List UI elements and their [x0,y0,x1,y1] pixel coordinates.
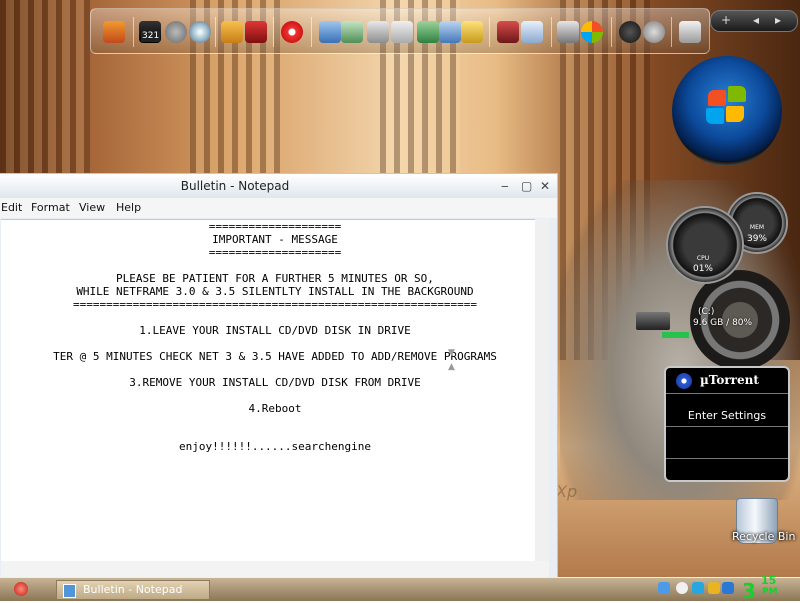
scroll-up-arrow-icon[interactable]: ▲ [448,362,455,372]
sidebar-controls: + ◂ ▸ [710,10,798,32]
utorrent-title: µTorrent [700,373,759,387]
text-line: 3.REMOVE YOUR INSTALL CD/DVD DISK FROM D… [129,376,421,389]
taskbar-item-label: Bulletin - Notepad [83,583,183,596]
utorrent-gadget: µTorrent Enter Settings [664,366,790,482]
disc-icon[interactable] [189,21,211,43]
media-player-icon[interactable] [103,21,125,43]
horizontal-scrollbar[interactable] [1,561,549,577]
window-title: Bulletin - Notepad [180,179,290,193]
menu-edit[interactable]: Edit [1,201,22,214]
close-button[interactable]: ✕ [540,179,550,193]
windows-logo-icon[interactable] [581,21,603,43]
drive-usage-bar [662,332,689,338]
back-icon[interactable] [643,21,665,43]
text-line: enjoy!!!!!!......searchengine [178,440,372,453]
bluetooth-tray-icon[interactable] [692,582,704,594]
notepad-window: Bulletin - Notepad ‒ ▢ ✕ Edit Format Vie… [0,173,558,579]
text-line: IMPORTANT - MESSAGE [212,233,338,246]
start-orb-button[interactable] [672,56,782,166]
dock-separator [311,17,312,47]
text-area[interactable]: ==================== IMPORTANT - MESSAGE… [1,219,549,562]
magic-wand-tray-icon[interactable] [708,582,720,594]
recycle-bin-label[interactable]: Recycle Bin [732,530,795,543]
window-icon[interactable] [521,21,543,43]
start-button[interactable] [14,582,28,596]
minimize-button[interactable]: ‒ [501,179,509,193]
text-line: ==================== [208,220,342,233]
drive-label: (C:) [698,307,715,317]
clock-hour[interactable]: 3 [742,579,756,603]
menu-bar: Edit Format View Help [0,198,557,218]
clock-ampm[interactable]: PM [762,587,778,597]
gear-icon[interactable] [557,21,579,43]
menu-view[interactable]: View [79,201,105,214]
cpu-gauge-label: CPU [696,255,710,262]
enter-settings-link[interactable]: Enter Settings [666,409,788,422]
trash-icon[interactable] [679,21,701,43]
scissors-icon[interactable] [391,21,413,43]
notes-icon[interactable] [417,21,439,43]
counter-badge: 321 [141,31,161,42]
vertical-scrollbar[interactable] [535,219,549,561]
windows-flag-icon [726,106,744,122]
wallpaper-watermark: Xp [556,482,578,501]
burn-disc-icon[interactable] [281,21,303,43]
text-line: WHILE NETFRAME 3.0 & 3.5 SILENTLTY INSTA… [76,285,474,298]
dock-separator [133,17,134,47]
menu-help[interactable]: Help [116,201,141,214]
menu-format[interactable]: Format [31,201,70,214]
network-tray-icon[interactable] [658,582,670,594]
prev-arrow-icon[interactable]: ◂ [753,13,759,27]
windows-flag-icon [708,90,726,106]
paint-palette-icon[interactable] [221,21,243,43]
windows-flag-icon [706,108,724,124]
document-tool-icon[interactable] [341,21,363,43]
volume-tray-icon[interactable] [722,582,734,594]
next-arrow-icon[interactable]: ▸ [775,13,781,27]
clock-minutes[interactable]: 15 [761,575,776,586]
control-panel-icon[interactable] [461,21,483,43]
text-line: ========================================… [73,298,477,311]
text-line: PLEASE BE PATIENT FOR A FURTHER 5 MINUTE… [116,272,434,285]
taskbar: Bulletin - Notepad [0,577,800,601]
text-line: TER @ 5 MINUTES CHECK NET 3 & 3.5 HAVE A… [53,350,497,363]
add-gadget-icon[interactable]: + [721,13,731,27]
notepad-tool-icon[interactable] [367,21,389,43]
dock-separator [611,17,612,47]
hard-drive-icon [636,312,670,330]
cpu-gauge-value: 01% [692,264,713,274]
window-titlebar[interactable]: Bulletin - Notepad ‒ ▢ ✕ [0,174,557,198]
power-icon[interactable] [619,21,641,43]
display-settings-icon[interactable] [439,21,461,43]
notepad-icon [63,584,76,598]
dock-separator [551,17,552,47]
drive-info: 9.6 GB / 80% [693,318,753,328]
network-computer-icon[interactable] [319,21,341,43]
scroll-down-arrow-icon[interactable]: ▼ [448,348,455,358]
maximize-button[interactable]: ▢ [521,179,532,193]
text-line: 1.LEAVE YOUR INSTALL CD/DVD DISK IN DRIV… [139,324,411,337]
dock-separator [215,17,216,47]
text-line: 4.Reboot [248,402,302,415]
taskbar-item-notepad[interactable]: Bulletin - Notepad [56,580,210,600]
dock-separator [671,17,672,47]
text-line: ==================== [208,246,342,259]
dock-separator [273,17,274,47]
books-icon[interactable] [245,21,267,43]
flash-icon[interactable] [165,21,187,43]
clock-tray-icon[interactable] [676,582,688,594]
divider [666,458,788,459]
divider [666,426,788,427]
utorrent-logo-icon [676,373,692,389]
tools-icon[interactable] [497,21,519,43]
dock-separator [489,17,490,47]
dock-bar: 321 [90,8,710,54]
divider [666,393,788,394]
windows-flag-icon [728,86,746,102]
memory-gauge-value: 39% [746,234,767,244]
memory-gauge-label: MEM [749,224,765,231]
